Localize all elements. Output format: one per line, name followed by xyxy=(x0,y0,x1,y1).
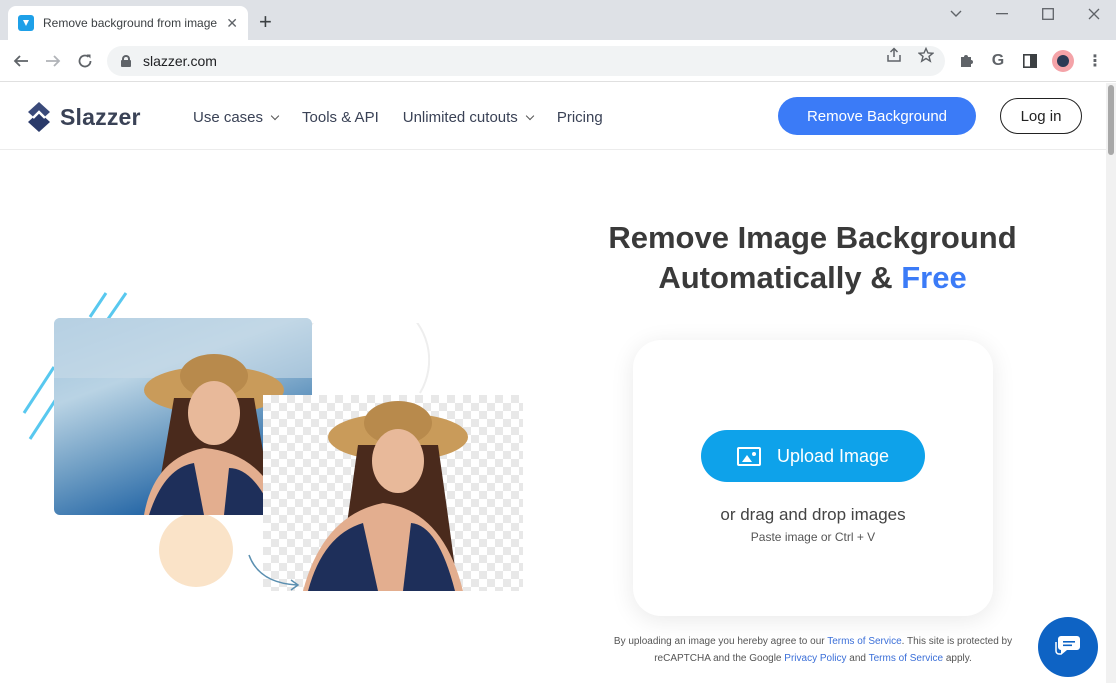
browser-tab-active[interactable]: Remove background from image ✕ xyxy=(8,6,248,40)
new-tab-icon[interactable]: + xyxy=(259,10,272,34)
nav-unlimited-cutouts-label: Unlimited cutouts xyxy=(402,109,518,126)
decorative-arc xyxy=(309,323,430,394)
address-bar[interactable]: slazzer.com xyxy=(107,46,945,76)
side-panel-icon[interactable] xyxy=(1019,50,1041,72)
browser-tab-strip: Remove background from image ✕ + xyxy=(0,0,1116,40)
main-nav: Use cases Tools & API Unlimited cutouts … xyxy=(193,109,627,126)
chevron-down-icon xyxy=(525,111,535,120)
nav-use-cases-label: Use cases xyxy=(193,109,264,126)
hero-illustration xyxy=(20,283,530,603)
nav-pricing-label: Pricing xyxy=(556,109,603,126)
tab-close-icon[interactable]: ✕ xyxy=(226,15,238,32)
upload-dropzone[interactable]: Upload Image or drag and drop images Pas… xyxy=(633,340,993,616)
extensions-puzzle-icon[interactable] xyxy=(955,50,977,72)
nav-tools-api-label: Tools & API xyxy=(302,109,379,126)
back-icon[interactable] xyxy=(10,50,32,72)
forward-icon[interactable] xyxy=(42,50,64,72)
scrollbar-thumb[interactable] xyxy=(1108,85,1114,155)
remove-background-button[interactable]: Remove Background xyxy=(778,97,976,135)
hero-title: Remove Image Background Automatically & … xyxy=(560,218,1065,298)
url-text[interactable]: slazzer.com xyxy=(143,53,217,69)
minimize-icon[interactable] xyxy=(980,0,1024,28)
chat-widget-button[interactable] xyxy=(1038,617,1098,677)
lock-icon[interactable] xyxy=(121,55,131,67)
drag-drop-text: or drag and drop images xyxy=(720,505,906,524)
paste-hint-text: Paste image or Ctrl + V xyxy=(750,530,876,544)
maximize-icon[interactable] xyxy=(1026,0,1070,28)
legal-text-1: By uploading an image you hereby agree t… xyxy=(613,636,828,647)
tab-search-icon[interactable] xyxy=(934,0,978,28)
hero-title-accent: Free xyxy=(901,260,967,295)
image-icon xyxy=(736,446,761,466)
chrome-menu-icon[interactable]: ⋮ xyxy=(1084,50,1106,72)
legal-text-3: and xyxy=(846,653,869,664)
nav-pricing[interactable]: Pricing xyxy=(557,109,603,126)
nav-unlimited-cutouts[interactable]: Unlimited cutouts xyxy=(402,109,535,126)
site-header: Slazzer Use cases Tools & API Unlimited … xyxy=(0,83,1106,150)
slazzer-favicon-icon xyxy=(18,15,34,31)
upload-image-label: Upload Image xyxy=(776,445,890,466)
hero-title-line1: Remove Image Background xyxy=(608,220,1017,255)
tab-title: Remove background from image xyxy=(43,16,218,30)
chevron-down-icon xyxy=(270,111,280,120)
decorative-peach-circle xyxy=(159,513,233,587)
upload-image-button[interactable]: Upload Image xyxy=(701,430,925,482)
nav-use-cases[interactable]: Use cases xyxy=(193,109,280,126)
legal-notice: By uploading an image you hereby agree t… xyxy=(590,633,1036,667)
close-window-icon[interactable] xyxy=(1072,0,1116,28)
arrow-curve-icon xyxy=(248,554,300,591)
privacy-policy-link[interactable]: Privacy Policy xyxy=(784,653,846,664)
page-viewport: Slazzer Use cases Tools & API Unlimited … xyxy=(0,83,1106,683)
profile-avatar[interactable] xyxy=(1052,50,1074,72)
reload-icon[interactable] xyxy=(74,50,96,72)
slazzer-logo-icon xyxy=(28,102,50,132)
terms-of-service-link[interactable]: Terms of Service xyxy=(827,636,901,647)
login-button[interactable]: Log in xyxy=(1000,98,1082,134)
hero-title-line2-prefix: Automatically & xyxy=(658,260,902,295)
browser-toolbar: slazzer.com G ⋮ xyxy=(0,40,1116,82)
brand-logo[interactable]: Slazzer xyxy=(24,100,141,134)
bookmark-star-icon[interactable] xyxy=(917,46,935,67)
nav-tools-api[interactable]: Tools & API xyxy=(302,109,379,126)
legal-text-4: apply. xyxy=(943,653,972,664)
chat-bubble-icon xyxy=(1055,636,1080,655)
page-scrollbar[interactable] xyxy=(1106,83,1116,683)
terms-of-service-link-2[interactable]: Terms of Service xyxy=(869,653,943,664)
brand-name: Slazzer xyxy=(60,103,141,130)
share-icon[interactable] xyxy=(886,47,902,67)
google-extension-icon[interactable]: G xyxy=(987,50,1009,72)
